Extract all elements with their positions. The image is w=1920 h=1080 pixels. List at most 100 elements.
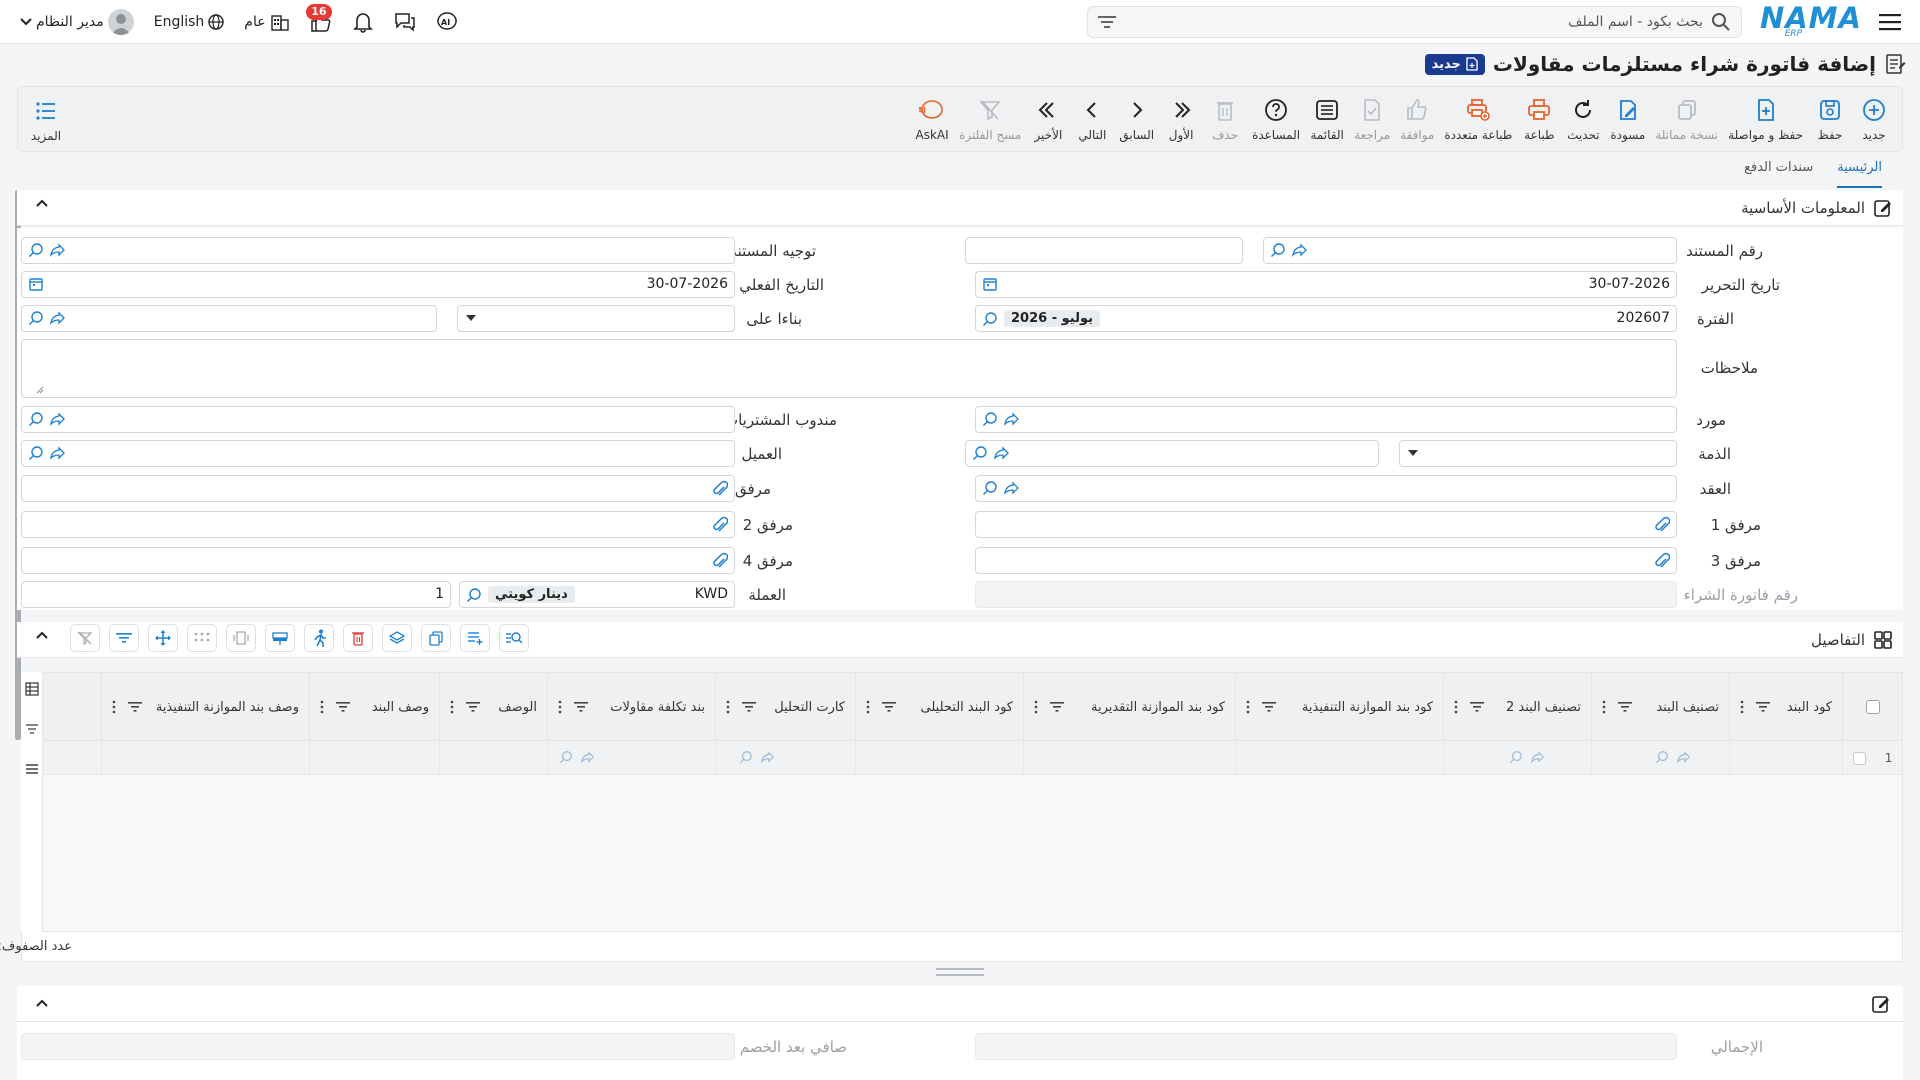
- search-box[interactable]: [1086, 5, 1742, 38]
- column-menu-icon[interactable]: [1602, 700, 1606, 714]
- lookup-icon[interactable]: [1270, 242, 1286, 258]
- grid-run-button[interactable]: [304, 624, 334, 652]
- share-arrow-icon[interactable]: [1004, 480, 1020, 496]
- previous-button[interactable]: السابق: [1114, 89, 1159, 149]
- draft-button[interactable]: مسودة: [1605, 89, 1650, 149]
- cell-exec-budget-code[interactable]: [1235, 741, 1443, 775]
- column-filter-icon[interactable]: [742, 700, 756, 714]
- column-exec-budget-description[interactable]: وصف بند الموازنة التنفيذية: [101, 673, 309, 741]
- contract-field[interactable]: [975, 475, 1677, 502]
- column-analytic-code[interactable]: كود البند التحليلى: [855, 673, 1023, 741]
- brand-logo[interactable]: NAMA ERP: [1760, 4, 1862, 39]
- column-item-category-2[interactable]: تصنيف البند 2: [1443, 673, 1591, 741]
- table-icon[interactable]: [24, 682, 39, 696]
- cell-item-description[interactable]: [309, 741, 439, 775]
- more-button[interactable]: المزيد: [24, 90, 68, 150]
- notes-textarea[interactable]: [21, 339, 1677, 398]
- supplier-field[interactable]: [975, 406, 1677, 433]
- multi-print-button[interactable]: طباعة متعددة: [1439, 89, 1517, 149]
- share-arrow-icon[interactable]: [50, 411, 66, 427]
- chevron-up-icon[interactable]: [35, 998, 49, 1008]
- resize-splitter[interactable]: [936, 968, 984, 976]
- column-menu-icon[interactable]: [1246, 700, 1250, 714]
- currency-field[interactable]: KWD دينار كويتي: [459, 581, 735, 608]
- tab-payment-vouchers[interactable]: سندات الدفع: [1744, 160, 1813, 188]
- notifications-button[interactable]: [342, 0, 384, 44]
- clear-filter-button[interactable]: مسح الفلترة: [954, 89, 1026, 149]
- column-menu-icon[interactable]: [558, 700, 562, 714]
- column-menu-icon[interactable]: [1454, 700, 1458, 714]
- share-arrow-icon[interactable]: [50, 310, 66, 326]
- approve-button[interactable]: موافقة: [1395, 89, 1439, 149]
- attachment3-field[interactable]: [975, 547, 1677, 574]
- column-menu-icon[interactable]: [450, 700, 454, 714]
- ledger-type-select[interactable]: [1399, 440, 1677, 467]
- exchange-rate-field[interactable]: 1: [21, 581, 451, 608]
- language-switch[interactable]: English: [144, 0, 235, 44]
- first-button[interactable]: الأول: [1159, 89, 1203, 149]
- user-menu[interactable]: مدير النظام: [10, 0, 144, 44]
- print-button[interactable]: طباعة: [1517, 89, 1561, 149]
- filter-lines-icon[interactable]: [1097, 15, 1116, 29]
- grid-move-button[interactable]: [148, 624, 178, 652]
- workspace-switch[interactable]: عام: [234, 0, 299, 44]
- next-button[interactable]: التالي: [1070, 89, 1114, 149]
- grid-add-lines-button[interactable]: [460, 624, 490, 652]
- new-button[interactable]: جديد: [1852, 89, 1896, 149]
- grid-clear-filter-button[interactable]: [70, 624, 100, 652]
- share-arrow-icon[interactable]: [50, 242, 66, 258]
- paperclip-icon[interactable]: [712, 552, 728, 570]
- column-filter-icon[interactable]: [1470, 700, 1484, 714]
- column-filter-icon[interactable]: [336, 700, 350, 714]
- grid-delete-button[interactable]: [343, 624, 373, 652]
- cell-item-code[interactable]: [1729, 741, 1842, 775]
- share-arrow-icon[interactable]: [1292, 242, 1308, 258]
- cell-exec-budget-description[interactable]: [101, 741, 309, 775]
- chevron-up-icon[interactable]: [35, 630, 49, 640]
- tab-main[interactable]: الرئيسية: [1837, 160, 1882, 188]
- based-on-reference-field[interactable]: [21, 305, 437, 332]
- refresh-button[interactable]: تحديث: [1561, 89, 1605, 149]
- grid-search-button[interactable]: [499, 624, 529, 652]
- approvals-button[interactable]: 16: [300, 0, 342, 44]
- column-filter-icon[interactable]: [882, 700, 896, 714]
- share-arrow-icon[interactable]: [581, 750, 595, 764]
- table-row[interactable]: 1: [42, 741, 1902, 775]
- grid-insert-row-button[interactable]: [265, 624, 295, 652]
- attachment2-field[interactable]: [21, 511, 735, 538]
- column-item-code[interactable]: كود البند: [1729, 673, 1842, 741]
- select-all-checkbox[interactable]: [1865, 700, 1880, 714]
- list-button[interactable]: القائمة: [1305, 89, 1349, 149]
- doc-number-extra-field[interactable]: [965, 237, 1243, 264]
- column-item-description[interactable]: وصف البند: [309, 673, 439, 741]
- customer-field[interactable]: [21, 440, 735, 467]
- actual-date-field[interactable]: 30-07-2026: [21, 271, 735, 298]
- based-on-select[interactable]: [457, 305, 735, 332]
- filter-icon[interactable]: [25, 722, 39, 736]
- column-menu-icon[interactable]: [320, 700, 324, 714]
- share-arrow-icon[interactable]: [1531, 750, 1545, 764]
- delete-button[interactable]: حذف: [1203, 89, 1247, 149]
- lookup-icon[interactable]: [1655, 750, 1669, 764]
- column-description[interactable]: الوصف: [439, 673, 547, 741]
- column-filter-icon[interactable]: [128, 700, 142, 714]
- column-analysis-card[interactable]: كارت التحليل: [715, 673, 855, 741]
- lookup-icon[interactable]: [559, 750, 573, 764]
- lookup-icon[interactable]: [28, 242, 44, 258]
- share-arrow-icon[interactable]: [50, 445, 66, 461]
- paperclip-icon[interactable]: [712, 516, 728, 534]
- attachment-field[interactable]: [21, 475, 735, 502]
- column-filter-icon[interactable]: [1618, 700, 1632, 714]
- cell-item-category[interactable]: [1591, 741, 1729, 775]
- last-button[interactable]: الأخير: [1026, 89, 1070, 149]
- column-menu-icon[interactable]: [112, 700, 116, 714]
- grid-copy-button[interactable]: [421, 624, 451, 652]
- resize-handle-icon[interactable]: [36, 386, 44, 394]
- duplicate-button[interactable]: نسخة مماثلة: [1650, 89, 1723, 149]
- purchase-rep-field[interactable]: [21, 406, 735, 433]
- column-filter-icon[interactable]: [1756, 700, 1770, 714]
- search-icon[interactable]: [1711, 12, 1731, 32]
- cell-item-category-2[interactable]: [1443, 741, 1591, 775]
- column-menu-icon[interactable]: [1740, 700, 1744, 714]
- cell-analysis-card[interactable]: [715, 741, 855, 775]
